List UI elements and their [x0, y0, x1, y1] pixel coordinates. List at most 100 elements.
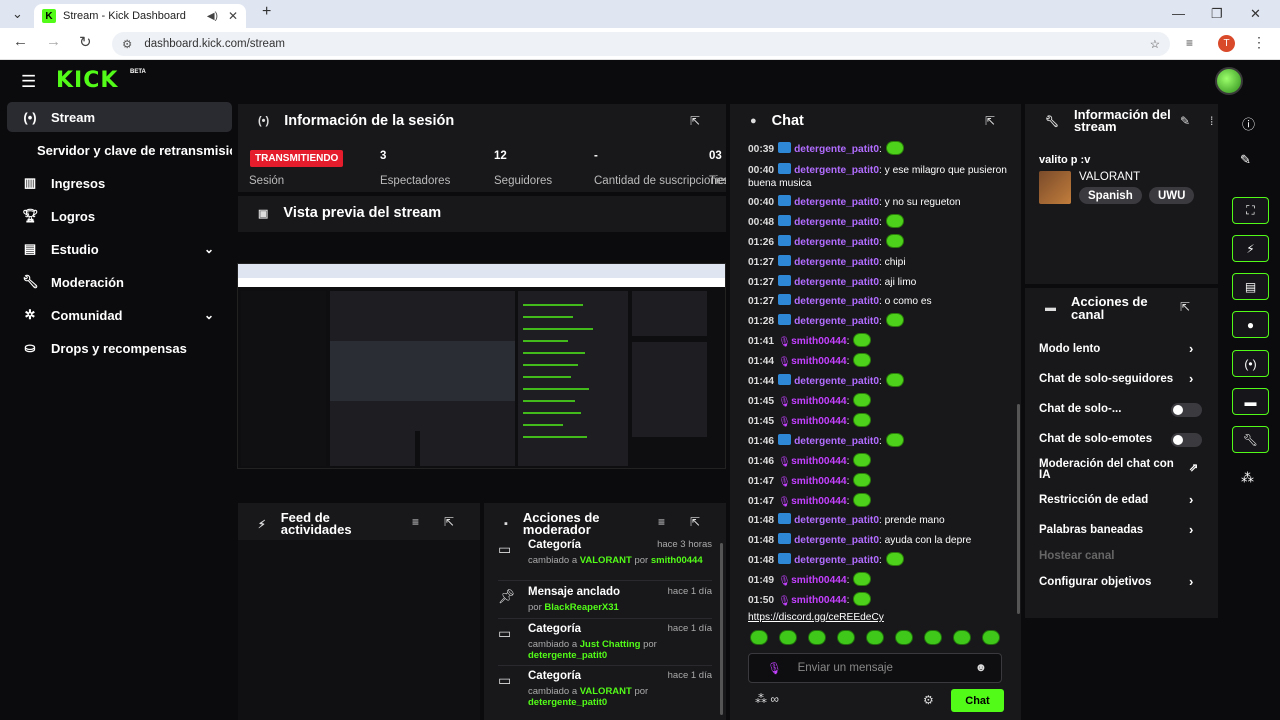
- forward-icon[interactable]: →: [46, 33, 61, 50]
- popout-icon[interactable]: ⇱: [690, 114, 700, 128]
- emote-icon[interactable]: [953, 630, 971, 645]
- chat-username[interactable]: detergente_patit0: [794, 237, 879, 248]
- chevron-right-icon[interactable]: ›: [1189, 574, 1193, 589]
- chat-username[interactable]: detergente_patit0: [794, 257, 879, 268]
- chevron-right-icon[interactable]: ›: [1189, 522, 1193, 537]
- infinity-icon[interactable]: ⁂ ∞: [755, 692, 779, 706]
- reload-icon[interactable]: ↻: [79, 33, 92, 51]
- chat-username[interactable]: detergente_patit0: [794, 436, 879, 447]
- action-followers-only[interactable]: Chat de solo-seguidores: [1039, 373, 1182, 385]
- sidebar-item-ingresos[interactable]: ▥ Ingresos: [7, 168, 232, 198]
- emote-icon[interactable]: [808, 630, 826, 645]
- popout-icon[interactable]: ⇱: [985, 114, 995, 128]
- rail-button-moderation[interactable]: 🔧︎: [1232, 426, 1269, 453]
- action-set-goals[interactable]: Configurar objetivos: [1039, 576, 1209, 588]
- action-age-restriction[interactable]: Restricción de edad: [1039, 494, 1209, 506]
- sidebar-item-comunidad[interactable]: ✲ Comunidad ⌄: [7, 300, 232, 330]
- popout-icon[interactable]: ⇱: [444, 515, 454, 529]
- chat-username[interactable]: detergente_patit0: [794, 296, 879, 307]
- chat-username[interactable]: smith00444: [791, 496, 847, 507]
- popout-icon[interactable]: ⇱: [1180, 300, 1190, 314]
- edit-pencil-icon[interactable]: ✎: [1240, 152, 1251, 168]
- emote-icon[interactable]: [866, 630, 884, 645]
- chat-username[interactable]: detergente_patit0: [794, 376, 879, 387]
- chevron-right-icon[interactable]: ›: [1189, 341, 1193, 356]
- rail-button-channel-actions[interactable]: ▬: [1232, 388, 1269, 415]
- user-avatar[interactable]: [1215, 67, 1243, 95]
- send-chat-button[interactable]: Chat: [951, 689, 1004, 712]
- back-icon[interactable]: ←: [13, 33, 28, 50]
- chat-username[interactable]: detergente_patit0: [794, 165, 879, 176]
- chat-username[interactable]: smith00444: [791, 575, 847, 586]
- chat-input[interactable]: 🎙︎ Enviar un mensaje ☻: [748, 653, 1002, 683]
- chevron-right-icon[interactable]: ›: [1189, 492, 1193, 507]
- browser-tab[interactable]: K Stream - Kick Dashboard ◀) ✕: [34, 4, 246, 28]
- maximize-icon[interactable]: ❐: [1211, 6, 1223, 22]
- chevron-right-icon[interactable]: ›: [1189, 371, 1193, 386]
- emotes-only-toggle[interactable]: [1171, 433, 1202, 447]
- chat-username[interactable]: detergente_patit0: [794, 316, 879, 327]
- emote-icon[interactable]: [895, 630, 913, 645]
- chat-username[interactable]: smith00444: [791, 356, 847, 367]
- profile-avatar[interactable]: T: [1218, 35, 1235, 52]
- chat-username[interactable]: detergente_patit0: [794, 277, 879, 288]
- chat-username[interactable]: smith00444: [791, 595, 847, 606]
- sidebar-item-drops[interactable]: ⛀ Drops y recompensas: [7, 333, 232, 363]
- sidebar-item-stream[interactable]: (•) Stream: [7, 102, 232, 132]
- chat-username[interactable]: detergente_patit0: [794, 144, 879, 155]
- rail-button-stream[interactable]: (•): [1232, 350, 1269, 377]
- rail-button-activity[interactable]: ⚡︎: [1232, 235, 1269, 262]
- chat-username[interactable]: smith00444: [791, 476, 847, 487]
- minimize-icon[interactable]: —: [1172, 6, 1185, 21]
- site-settings-icon[interactable]: ⚙: [122, 37, 132, 51]
- filter-icon[interactable]: ≡: [412, 515, 419, 529]
- edit-pencil-icon[interactable]: ✎: [1180, 114, 1190, 128]
- community-icon[interactable]: ⁂: [1241, 470, 1254, 486]
- emoji-icon[interactable]: ☻: [975, 662, 987, 674]
- chat-username[interactable]: smith00444: [791, 336, 847, 347]
- action-banned-words[interactable]: Palabras baneadas: [1039, 524, 1209, 536]
- chat-username[interactable]: smith00444: [791, 416, 847, 427]
- sidebar-item-logros[interactable]: 🏆︎ Logros: [7, 201, 232, 231]
- chat-username[interactable]: detergente_patit0: [794, 197, 879, 208]
- rail-button-chat[interactable]: ●: [1232, 311, 1269, 338]
- emote-icon[interactable]: [924, 630, 942, 645]
- emote-icon[interactable]: [837, 630, 855, 645]
- emote-icon[interactable]: [779, 630, 797, 645]
- popout-icon[interactable]: ⇱: [690, 515, 700, 529]
- chat-username[interactable]: smith00444: [791, 456, 847, 467]
- sidebar-item-moderacion[interactable]: 🔧︎ Moderación: [7, 267, 232, 297]
- bookmark-star-icon[interactable]: ☆: [1150, 37, 1160, 51]
- info-icon[interactable]: ⓘ: [1242, 114, 1255, 133]
- hamburger-menu-icon[interactable]: ☰: [21, 72, 36, 92]
- chat-username[interactable]: detergente_patit0: [794, 535, 879, 546]
- subs-only-toggle[interactable]: [1171, 403, 1202, 417]
- emote-icon[interactable]: [982, 630, 1000, 645]
- url-field[interactable]: ⚙ dashboard.kick.com/stream ☆: [112, 32, 1170, 56]
- browser-menu-icon[interactable]: ⋮: [1252, 34, 1266, 51]
- chat-link[interactable]: https://discord.gg/ceREEdeCy: [748, 612, 884, 623]
- rail-button-notes[interactable]: ▤: [1232, 273, 1269, 300]
- sidebar-item-estudio[interactable]: ▤ Estudio ⌄: [7, 234, 232, 264]
- chat-username[interactable]: detergente_patit0: [794, 217, 879, 228]
- new-tab-icon[interactable]: +: [262, 3, 271, 21]
- scrollbar[interactable]: [720, 543, 723, 715]
- drag-handle-icon[interactable]: ⁞: [1210, 114, 1213, 128]
- tab-search-icon[interactable]: ⌄: [12, 6, 23, 22]
- chat-username[interactable]: detergente_patit0: [794, 515, 879, 526]
- stream-preview-video[interactable]: [237, 263, 726, 469]
- sidebar-subitem-server-key[interactable]: Servidor y clave de retransmisión: [37, 143, 232, 158]
- filter-icon[interactable]: ≡: [658, 515, 665, 529]
- action-slow-mode[interactable]: Modo lento: [1039, 343, 1209, 355]
- close-tab-icon[interactable]: ✕: [228, 9, 238, 23]
- gear-icon[interactable]: ⚙: [923, 693, 934, 707]
- chat-username[interactable]: smith00444: [791, 396, 847, 407]
- media-control-icon[interactable]: ≡: [1186, 36, 1193, 50]
- close-window-icon[interactable]: ✕: [1250, 6, 1261, 22]
- chat-username[interactable]: detergente_patit0: [794, 555, 879, 566]
- rail-button-preview[interactable]: ⛶: [1232, 197, 1269, 224]
- speaker-icon[interactable]: ◀): [207, 11, 218, 22]
- chart-trend-icon[interactable]: ⇗: [1189, 461, 1198, 474]
- scrollbar[interactable]: [1017, 404, 1020, 614]
- emote-icon[interactable]: [750, 630, 768, 645]
